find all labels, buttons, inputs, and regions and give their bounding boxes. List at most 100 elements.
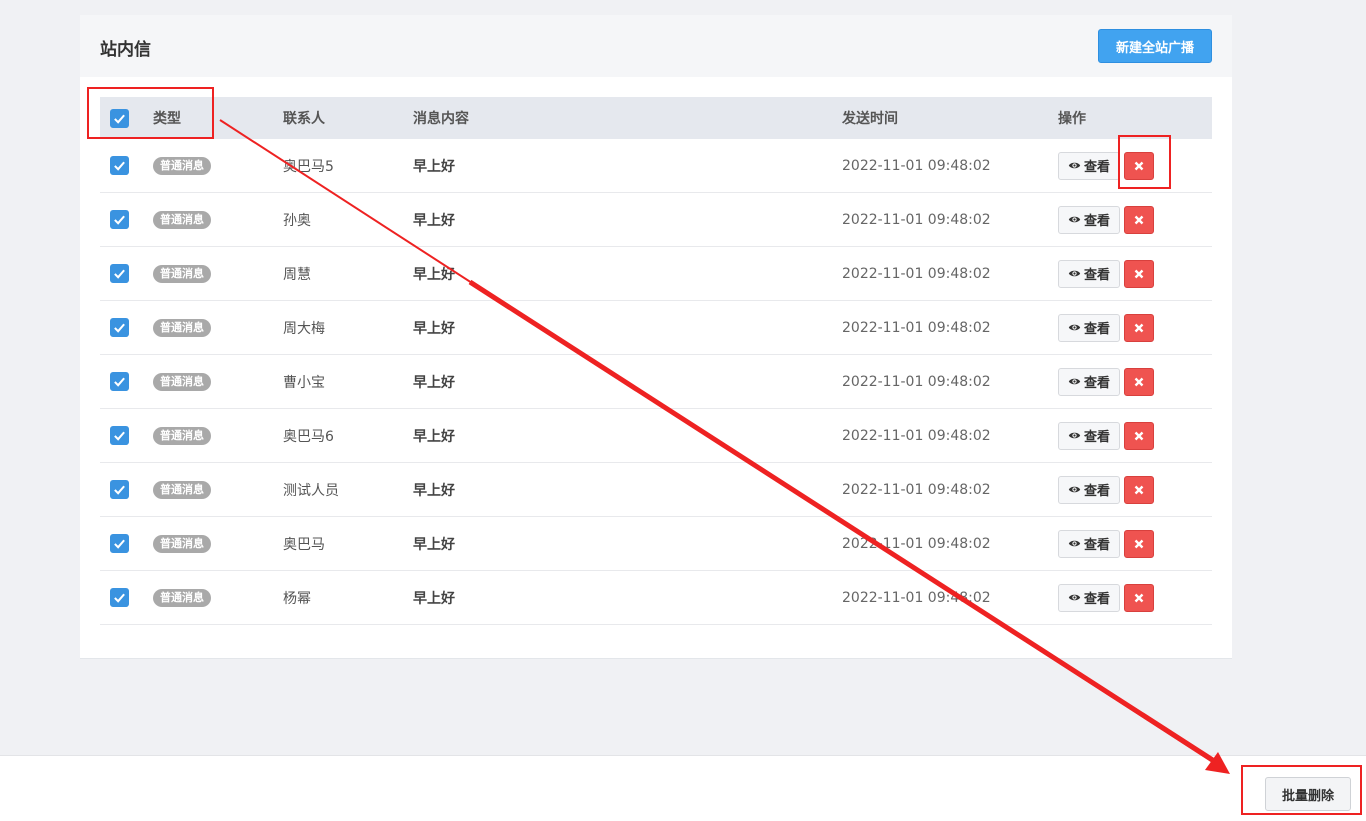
eye-icon — [1068, 540, 1081, 547]
header-time: 发送时间 — [842, 111, 898, 127]
view-label: 查看 — [1083, 430, 1110, 445]
view-label: 查看 — [1083, 538, 1110, 553]
view-button[interactable]: 查看 — [1058, 475, 1120, 504]
view-button[interactable]: 查看 — [1058, 529, 1120, 558]
delete-button[interactable] — [1124, 475, 1154, 504]
delete-button[interactable] — [1124, 151, 1154, 180]
message-content: 早上好 — [413, 266, 455, 283]
contact-name: 孙奥 — [283, 212, 311, 229]
send-time: 2022-11-01 09:48:02 — [842, 319, 991, 336]
table-row: 普通消息 奥巴马5 早上好 2022-11-01 09:48:02 查看 — [100, 139, 1212, 193]
message-content: 早上好 — [413, 158, 455, 175]
row-checkbox[interactable] — [110, 156, 129, 175]
message-content: 早上好 — [413, 590, 455, 607]
message-table: 类型 联系人 消息内容 发送时间 操作 普通消息 奥巴马5 早上好 2022-11-0… — [100, 97, 1212, 625]
message-content: 早上好 — [413, 482, 455, 499]
table-row: 普通消息 曹小宝 早上好 2022-11-01 09:48:02 查看 — [100, 355, 1212, 409]
type-badge: 普通消息 — [153, 210, 211, 229]
row-checkbox[interactable] — [110, 210, 129, 229]
type-badge: 普通消息 — [153, 372, 211, 391]
row-checkbox[interactable] — [110, 318, 129, 337]
check-icon — [114, 269, 125, 279]
check-icon — [114, 431, 125, 441]
row-checkbox[interactable] — [110, 480, 129, 499]
new-broadcast-button[interactable]: 新建全站广播 — [1098, 29, 1212, 63]
footer-bar: 批量删除 — [0, 755, 1366, 821]
row-checkbox[interactable] — [110, 588, 129, 607]
header-content: 消息内容 — [413, 111, 469, 127]
type-badge: 普通消息 — [153, 426, 211, 445]
close-icon — [1134, 485, 1144, 494]
eye-icon — [1068, 378, 1081, 385]
check-icon — [114, 161, 125, 171]
contact-name: 奥巴马5 — [283, 158, 334, 175]
check-icon — [114, 215, 125, 225]
header-type: 类型 — [153, 111, 181, 127]
delete-button[interactable] — [1124, 583, 1154, 612]
table-row: 普通消息 孙奥 早上好 2022-11-01 09:48:02 查看 — [100, 193, 1212, 247]
delete-button[interactable] — [1124, 259, 1154, 288]
header-contact: 联系人 — [283, 111, 325, 127]
send-time: 2022-11-01 09:48:02 — [842, 373, 991, 390]
eye-icon — [1068, 324, 1081, 331]
close-icon — [1134, 269, 1144, 278]
contact-name: 测试人员 — [283, 482, 339, 499]
row-checkbox[interactable] — [110, 534, 129, 553]
view-label: 查看 — [1083, 214, 1110, 229]
view-button[interactable]: 查看 — [1058, 583, 1120, 612]
eye-icon — [1068, 162, 1081, 169]
close-icon — [1134, 431, 1144, 440]
delete-button[interactable] — [1124, 529, 1154, 558]
send-time: 2022-11-01 09:48:02 — [842, 211, 991, 228]
send-time: 2022-11-01 09:48:02 — [842, 265, 991, 282]
type-badge: 普通消息 — [153, 480, 211, 499]
row-checkbox[interactable] — [110, 372, 129, 391]
check-icon — [114, 114, 125, 124]
header-ops: 操作 — [1058, 111, 1086, 127]
message-content: 早上好 — [413, 536, 455, 553]
table-row: 普通消息 周大梅 早上好 2022-11-01 09:48:02 查看 — [100, 301, 1212, 355]
table-row: 普通消息 奥巴马6 早上好 2022-11-01 09:48:02 查看 — [100, 409, 1212, 463]
view-label: 查看 — [1083, 484, 1110, 499]
close-icon — [1134, 323, 1144, 332]
contact-name: 周慧 — [283, 266, 311, 283]
view-button[interactable]: 查看 — [1058, 313, 1120, 342]
view-button[interactable]: 查看 — [1058, 259, 1120, 288]
close-icon — [1134, 161, 1144, 170]
message-content: 早上好 — [413, 212, 455, 229]
type-badge: 普通消息 — [153, 534, 211, 553]
delete-button[interactable] — [1124, 421, 1154, 450]
close-icon — [1134, 539, 1144, 548]
batch-delete-button[interactable]: 批量删除 — [1265, 777, 1351, 811]
type-badge: 普通消息 — [153, 588, 211, 607]
send-time: 2022-11-01 09:48:02 — [842, 535, 991, 552]
view-label: 查看 — [1083, 376, 1110, 391]
row-checkbox[interactable] — [110, 426, 129, 445]
contact-name: 奥巴马 — [283, 536, 325, 553]
page-title: 站内信 — [100, 40, 151, 60]
delete-button[interactable] — [1124, 367, 1154, 396]
check-icon — [114, 485, 125, 495]
check-icon — [114, 539, 125, 549]
row-checkbox[interactable] — [110, 264, 129, 283]
view-button[interactable]: 查看 — [1058, 151, 1120, 180]
close-icon — [1134, 377, 1144, 386]
view-label: 查看 — [1083, 322, 1110, 337]
delete-button[interactable] — [1124, 313, 1154, 342]
type-badge: 普通消息 — [153, 156, 211, 175]
type-badge: 普通消息 — [153, 318, 211, 337]
send-time: 2022-11-01 09:48:02 — [842, 427, 991, 444]
eye-icon — [1068, 270, 1081, 277]
check-icon — [114, 593, 125, 603]
eye-icon — [1068, 432, 1081, 439]
delete-button[interactable] — [1124, 205, 1154, 234]
view-button[interactable]: 查看 — [1058, 205, 1120, 234]
select-all-checkbox[interactable] — [110, 108, 129, 128]
view-button[interactable]: 查看 — [1058, 421, 1120, 450]
contact-name: 杨幂 — [283, 590, 311, 607]
contact-name: 曹小宝 — [283, 374, 325, 391]
view-label: 查看 — [1083, 268, 1110, 283]
message-content: 早上好 — [413, 428, 455, 445]
view-button[interactable]: 查看 — [1058, 367, 1120, 396]
message-content: 早上好 — [413, 374, 455, 391]
